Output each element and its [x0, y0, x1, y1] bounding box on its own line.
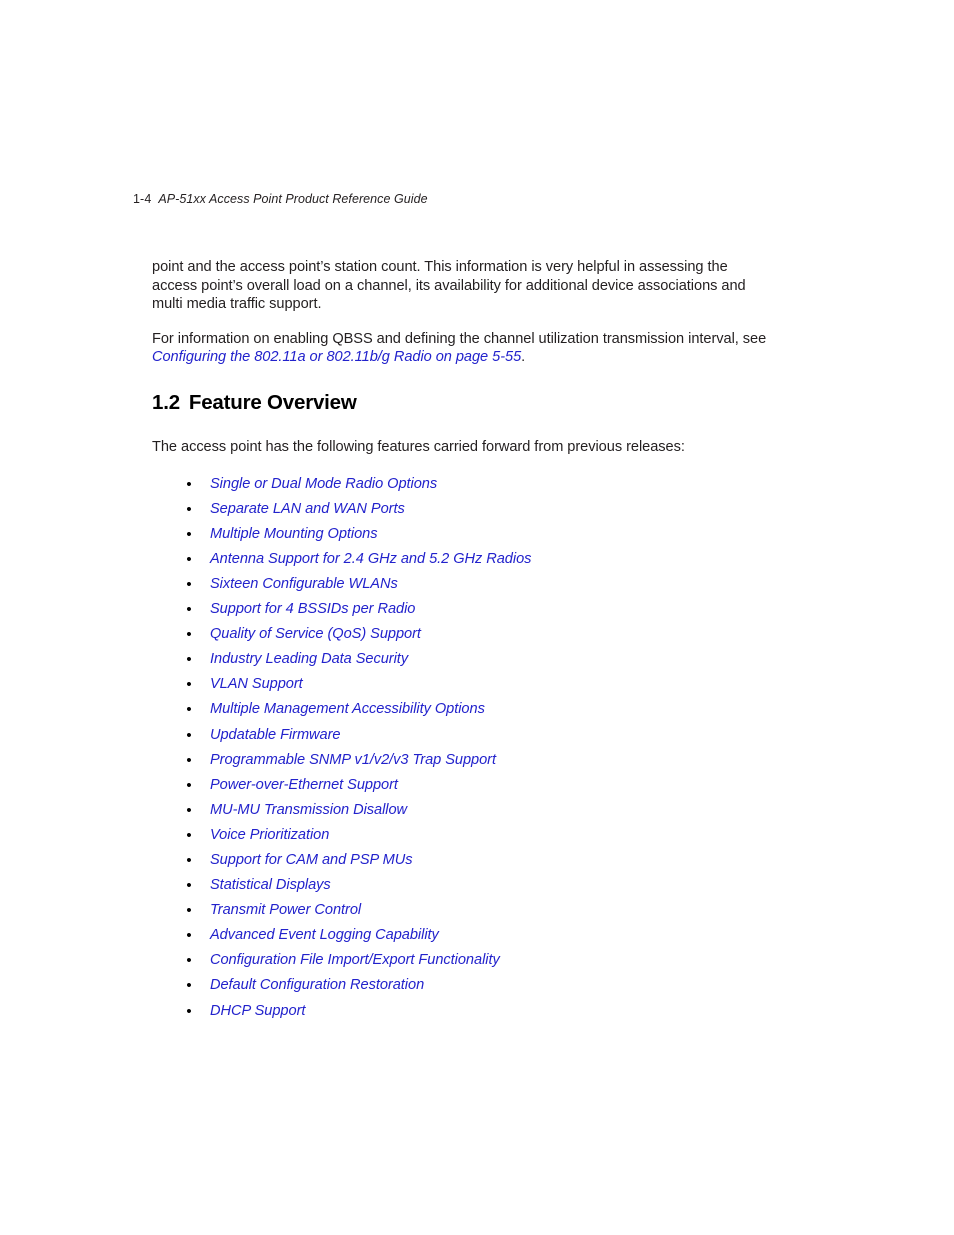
- feature-link-separate-lan-and-wan-ports[interactable]: Separate LAN and WAN Ports: [210, 501, 405, 517]
- bullet-icon: •: [186, 927, 192, 945]
- list-item: • Configuration File Import/Export Functi…: [152, 948, 770, 973]
- list-item: • DHCP Support: [152, 999, 770, 1024]
- feature-link-mu-mu-transmission-disallow[interactable]: MU-MU Transmission Disallow: [210, 802, 407, 818]
- section-title: Feature Overview: [188, 390, 357, 414]
- feature-link-programmable-snmp-trap-support[interactable]: Programmable SNMP v1/v2/v3 Trap Support: [210, 752, 496, 768]
- paragraph-lead-text: For information on enabling QBSS and def…: [152, 330, 767, 347]
- bullet-icon: •: [186, 550, 192, 568]
- bullet-icon: •: [186, 826, 192, 844]
- bullet-icon: •: [186, 651, 192, 669]
- bullet-icon: •: [186, 776, 192, 794]
- page-folio: 1-4: [133, 192, 152, 206]
- list-item: • Separate LAN and WAN Ports: [152, 497, 770, 522]
- feature-link-default-configuration-restoration[interactable]: Default Configuration Restoration: [210, 977, 424, 993]
- feature-link-advanced-event-logging-capability[interactable]: Advanced Event Logging Capability: [210, 927, 439, 943]
- list-item: • Updatable Firmware: [152, 723, 770, 748]
- list-item: • Industry Leading Data Security: [152, 647, 770, 672]
- body-paragraph-qbss: For information on enabling QBSS and def…: [152, 330, 770, 367]
- body-paragraph-continued: point and the access point’s station cou…: [152, 259, 746, 313]
- list-item: • Transmit Power Control: [152, 898, 770, 923]
- bullet-icon: •: [186, 977, 192, 995]
- bullet-icon: •: [186, 902, 192, 920]
- list-item: • Multiple Management Accessibility Optio…: [152, 697, 770, 722]
- list-item: • VLAN Support: [152, 672, 770, 697]
- bullet-icon: •: [186, 701, 192, 719]
- cross-reference-link-configuring-radio[interactable]: Configuring the 802.11a or 802.11b/g Rad…: [152, 349, 521, 365]
- running-header: 1-4 AP-51xx Access Point Product Referenc…: [133, 191, 428, 207]
- document-page: 1-4 AP-51xx Access Point Product Referenc…: [0, 0, 954, 1235]
- bullet-icon: •: [186, 952, 192, 970]
- feature-link-transmit-power-control[interactable]: Transmit Power Control: [210, 902, 361, 918]
- section-number: 1.2: [152, 390, 180, 414]
- bullet-icon: •: [186, 575, 192, 593]
- list-item: • MU-MU Transmission Disallow: [152, 798, 770, 823]
- bullet-icon: •: [186, 801, 192, 819]
- bullet-icon: •: [186, 751, 192, 769]
- feature-link-configuration-file-import-export-functionality[interactable]: Configuration File Import/Export Functio…: [210, 952, 500, 968]
- text-column: point and the access point’s station cou…: [152, 258, 770, 1024]
- bullet-icon: •: [186, 626, 192, 644]
- feature-list-lead-in: The access point has the following featu…: [152, 438, 685, 455]
- list-item: • Antenna Support for 2.4 GHz and 5.2 GHz…: [152, 547, 770, 572]
- list-item: • Voice Prioritization: [152, 823, 770, 848]
- feature-link-single-or-dual-mode-radio-options[interactable]: Single or Dual Mode Radio Options: [210, 476, 437, 492]
- bullet-icon: •: [186, 877, 192, 895]
- bullet-icon: •: [186, 525, 192, 543]
- document-title: AP-51xx Access Point Product Reference G…: [158, 192, 428, 206]
- list-item: • Support for 4 BSSIDs per Radio: [152, 597, 770, 622]
- list-item: • Power-over-Ethernet Support: [152, 773, 770, 798]
- bullet-icon: •: [186, 601, 192, 619]
- list-item: • Advanced Event Logging Capability: [152, 923, 770, 948]
- bullet-icon: •: [186, 676, 192, 694]
- feature-link-dhcp-support[interactable]: DHCP Support: [210, 1003, 305, 1019]
- bullet-icon: •: [186, 726, 192, 744]
- feature-link-support-for-cam-and-psp-mus[interactable]: Support for CAM and PSP MUs: [210, 852, 413, 868]
- list-item: • Default Configuration Restoration: [152, 973, 770, 998]
- bullet-icon: •: [186, 475, 192, 493]
- feature-link-updatable-firmware[interactable]: Updatable Firmware: [210, 727, 341, 743]
- feature-link-antenna-support[interactable]: Antenna Support for 2.4 GHz and 5.2 GHz …: [210, 551, 531, 567]
- feature-link-power-over-ethernet-support[interactable]: Power-over-Ethernet Support: [210, 777, 398, 793]
- feature-link-support-for-4-bssids-per-radio[interactable]: Support for 4 BSSIDs per Radio: [210, 601, 415, 617]
- feature-link-multiple-mounting-options[interactable]: Multiple Mounting Options: [210, 526, 378, 542]
- paragraph-trailing-period: .: [521, 349, 526, 366]
- list-item: • Multiple Mounting Options: [152, 522, 770, 547]
- feature-link-multiple-management-accessibility-options[interactable]: Multiple Management Accessibility Option…: [210, 701, 485, 717]
- list-item: • Statistical Displays: [152, 873, 770, 898]
- feature-link-sixteen-configurable-wlans[interactable]: Sixteen Configurable WLANs: [210, 576, 398, 592]
- list-item: • Single or Dual Mode Radio Options: [152, 472, 770, 497]
- list-item: • Quality of Service (QoS) Support: [152, 622, 770, 647]
- list-item: • Support for CAM and PSP MUs: [152, 848, 770, 873]
- feature-link-quality-of-service-support[interactable]: Quality of Service (QoS) Support: [210, 626, 421, 642]
- feature-list: • Single or Dual Mode Radio Options • Sepa…: [152, 472, 770, 1024]
- list-item: • Programmable SNMP v1/v2/v3 Trap Support: [152, 748, 770, 773]
- feature-link-industry-leading-data-security[interactable]: Industry Leading Data Security: [210, 651, 408, 667]
- bullet-icon: •: [186, 1002, 192, 1020]
- feature-link-vlan-support[interactable]: VLAN Support: [210, 676, 303, 692]
- section-heading-feature-overview: 1.2 Feature Overview: [152, 391, 770, 415]
- bullet-icon: •: [186, 851, 192, 869]
- bullet-icon: •: [186, 500, 192, 518]
- feature-link-voice-prioritization[interactable]: Voice Prioritization: [210, 827, 329, 843]
- feature-link-statistical-displays[interactable]: Statistical Displays: [210, 877, 331, 893]
- list-item: • Sixteen Configurable WLANs: [152, 572, 770, 597]
